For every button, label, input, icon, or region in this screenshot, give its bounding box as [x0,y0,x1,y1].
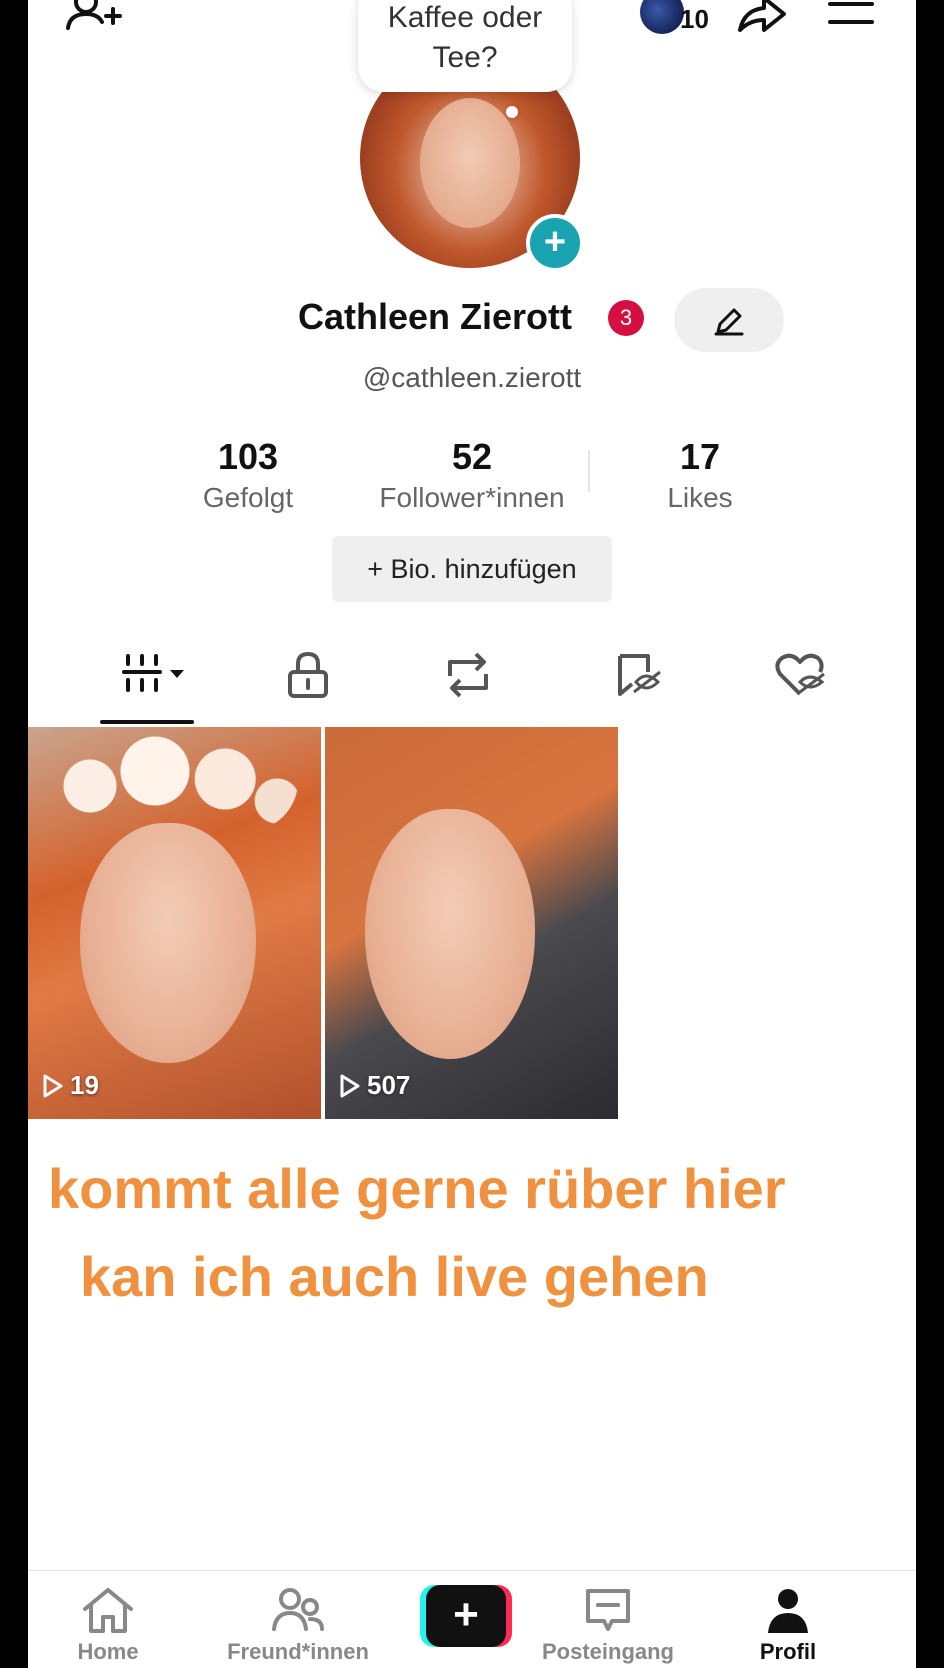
overlay-caption-line1: kommt alle gerne rüber hier [48,1157,786,1220]
add-friend-icon[interactable] [64,0,124,34]
view-count: 19 [42,1070,99,1101]
view-count: 507 [339,1070,410,1101]
username: @cathleen.zierott [362,362,582,393]
flower-crown [38,731,298,831]
story-avatar[interactable] [640,0,684,34]
thumbnail-face [80,823,256,1063]
edit-profile-button[interactable] [674,288,784,352]
nav-friends[interactable]: Freund*innen [218,1571,378,1665]
profile-photo-face [420,98,520,228]
nav-profile[interactable]: Profil [708,1571,868,1665]
video-thumbnail[interactable]: 19 [28,727,321,1119]
following-count: 103 [217,436,279,477]
followers-count: 52 [451,436,493,477]
followers-label: Follower*innen [379,482,565,513]
stat-likes[interactable]: 17 Likes [600,436,800,514]
note-bubble[interactable]: Kaffee oder Tee? [358,0,572,92]
lock-icon[interactable] [286,651,330,703]
notification-badge[interactable]: 3 [608,300,644,336]
plus-icon: + [426,1585,506,1647]
share-icon[interactable] [734,0,790,36]
nav-friends-label: Freund*innen [227,1639,369,1664]
overlay-caption-line2: kan ich auch live gehen [80,1245,709,1308]
videos-grid-icon[interactable] [122,652,192,701]
pencil-icon [714,308,744,336]
liked-icon[interactable] [774,652,826,703]
likes-count: 17 [679,436,721,477]
nav-inbox[interactable]: Posteingang [528,1571,688,1665]
view-count-value: 507 [367,1070,411,1100]
profile-screen: Kaffee oder Tee? 10 + Cathleen Zierott 3… [28,0,916,1668]
view-count-value: 19 [70,1070,99,1100]
home-icon [83,1588,133,1633]
following-label: Gefolgt [202,482,294,513]
add-bio-button[interactable]: + Bio. hinzufügen [332,536,612,602]
nav-home-label: Home [77,1639,139,1664]
create-button[interactable]: + [420,1585,512,1647]
thumbnail-face [365,809,535,1059]
nav-profile-label: Profil [759,1639,817,1664]
profile-icon [768,1589,808,1633]
nav-home[interactable]: Home [28,1571,188,1665]
stat-followers[interactable]: 52 Follower*innen [372,436,572,514]
stat-divider [588,450,590,492]
add-story-button[interactable]: + [526,214,584,272]
note-text: Kaffee oder Tee? [387,1,543,74]
active-tab-indicator [100,720,194,724]
play-icon [43,1074,63,1098]
repost-icon[interactable] [442,652,494,703]
play-icon [340,1074,360,1098]
display-name: Cathleen Zierott [298,296,573,337]
inbox-icon [586,1589,630,1631]
stat-following[interactable]: 103 Gefolgt [148,436,348,514]
video-thumbnail[interactable]: 507 [325,727,618,1119]
favorites-icon[interactable] [614,652,664,703]
bottom-navigation: Home Freund*innen + Posteingang Profil [28,1570,916,1668]
friends-icon [272,1588,324,1631]
likes-label: Likes [667,482,733,513]
nav-inbox-label: Posteingang [541,1639,674,1664]
menu-icon[interactable] [828,0,874,28]
note-bubble-tail [506,106,518,118]
avatar-count: 10 [680,4,709,34]
